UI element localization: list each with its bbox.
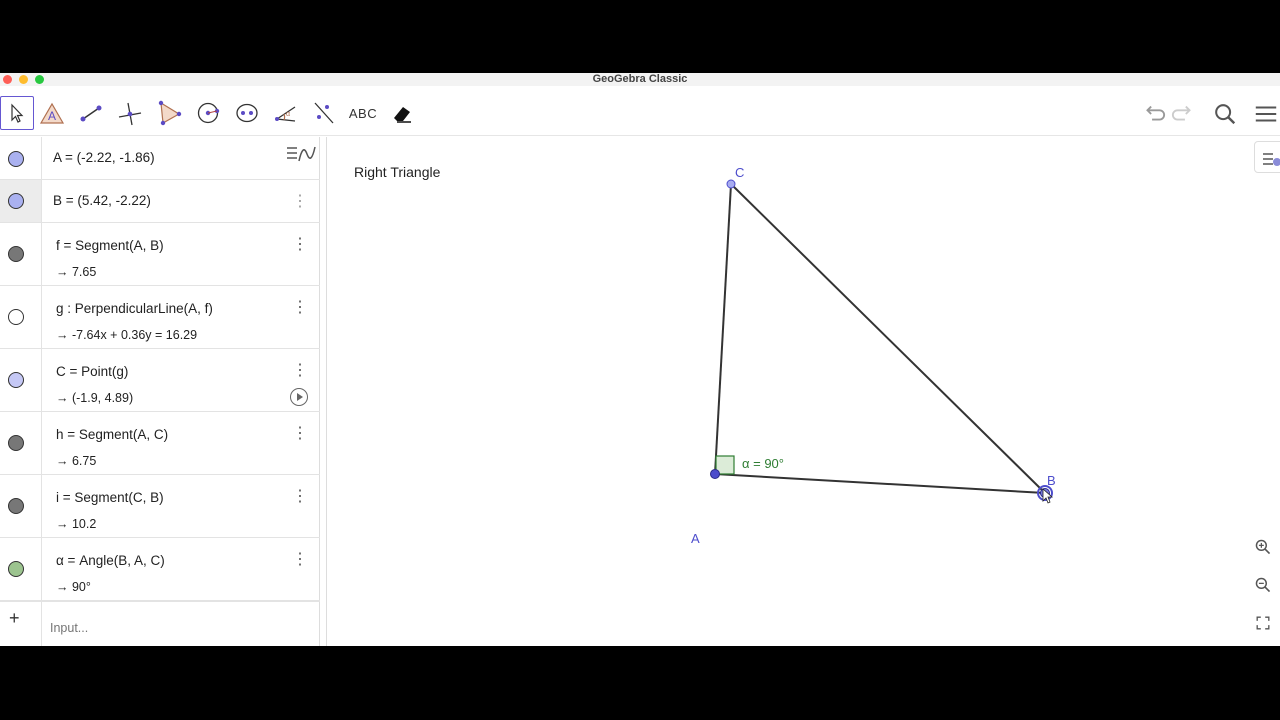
visibility-toggle-g[interactable] <box>8 309 24 325</box>
undo-button[interactable] <box>1139 100 1167 128</box>
definition-C[interactable]: C = Point(g) <box>56 364 128 379</box>
more-options-icon[interactable]: ⋮ <box>292 363 308 379</box>
angle-tool-button[interactable]: α <box>268 96 302 130</box>
fullscreen-button[interactable] <box>1252 612 1274 634</box>
more-options-icon[interactable]: ⋮ <box>292 237 308 253</box>
visibility-toggle-A[interactable] <box>8 151 24 167</box>
segment-tool-button[interactable] <box>74 96 108 130</box>
segment-f[interactable] <box>714 473 1046 494</box>
algebra-view: A = (-2.22, -1.86) B = (5.42, -2.22) ⋮ f… <box>0 137 320 646</box>
algebra-row-B[interactable]: B = (5.42, -2.22) ⋮ <box>0 180 320 223</box>
play-animation-button[interactable] <box>290 388 308 406</box>
algebra-row-h[interactable]: h = Segment(A, C) → 6.75 ⋮ <box>0 412 320 475</box>
circle-tool-icon <box>197 102 220 124</box>
toolbar: A α ABC <box>0 86 1280 136</box>
main-menu-button[interactable] <box>1252 100 1280 128</box>
visibility-toggle-f[interactable] <box>8 246 24 262</box>
value-C: → (-1.9, 4.89) <box>56 391 134 405</box>
polygon-tool-button[interactable] <box>152 96 186 130</box>
zoom-in-icon <box>1255 539 1271 555</box>
circle-tool-button[interactable] <box>191 96 225 130</box>
label-point-A[interactable]: A <box>691 531 700 546</box>
more-options-icon[interactable]: ⋮ <box>292 552 308 568</box>
more-options-icon[interactable]: ⋮ <box>292 194 308 210</box>
point-A[interactable] <box>710 469 720 479</box>
graphics-style-bar-button[interactable] <box>1254 141 1280 173</box>
algebra-row-f[interactable]: f = Segment(A, B) → 7.65 ⋮ <box>0 223 320 286</box>
point-tool-button[interactable]: A <box>35 96 69 130</box>
move-tool-icon <box>11 103 24 123</box>
more-options-icon[interactable]: ⋮ <box>292 489 308 505</box>
polygon-tool-icon <box>158 100 182 126</box>
graphics-view[interactable]: Right Triangle A C B α = 90° <box>326 137 1280 646</box>
definition-A[interactable]: A = (-2.22, -1.86) <box>53 150 155 165</box>
fullscreen-icon <box>1256 616 1270 630</box>
reflect-tool-icon <box>314 102 334 124</box>
text-tool-button[interactable]: ABC <box>346 96 380 130</box>
zoom-out-icon <box>1255 577 1271 593</box>
geogebra-window: GeoGebra Classic A α ABC A = (-2.22, -1.… <box>0 73 1280 646</box>
algebra-row-alpha[interactable]: α = Angle(B, A, C) → 90° ⋮ <box>0 538 320 601</box>
value-f: → 7.65 <box>56 265 97 279</box>
visibility-toggle-h[interactable] <box>8 435 24 451</box>
label-point-B[interactable]: B <box>1047 473 1056 488</box>
zoom-in-button[interactable] <box>1252 536 1274 558</box>
undo-icon <box>1146 105 1166 121</box>
menu-icon <box>1255 106 1277 122</box>
construction-canvas[interactable] <box>327 137 1280 646</box>
eraser-tool-icon <box>394 107 411 123</box>
segment-h[interactable] <box>714 183 732 475</box>
definition-f[interactable]: f = Segment(A, B) <box>56 238 164 253</box>
style-bar-icon <box>1263 153 1280 166</box>
value-alpha: → 90° <box>56 580 91 594</box>
svg-text:A: A <box>48 109 56 123</box>
segment-tool-icon <box>80 105 102 122</box>
svg-text:α: α <box>286 111 290 118</box>
ellipse-tool-button[interactable] <box>230 96 264 130</box>
reflect-tool-button[interactable] <box>307 96 341 130</box>
point-C[interactable] <box>726 179 736 189</box>
definition-g[interactable]: g : PerpendicularLine(A, f) <box>56 301 213 316</box>
definition-B[interactable]: B = (5.42, -2.22) <box>53 193 151 208</box>
redo-icon <box>1171 105 1191 121</box>
window-title: GeoGebra Classic <box>592 73 688 85</box>
angle-tool-icon: α <box>275 106 296 122</box>
visibility-toggle-alpha[interactable] <box>8 561 24 577</box>
segment-i[interactable] <box>730 183 1046 494</box>
move-tool-button[interactable] <box>0 96 34 130</box>
point-on-polygon-icon: A <box>39 102 65 124</box>
definition-alpha[interactable]: α = Angle(B, A, C) <box>56 553 165 568</box>
value-g: → -7.64x + 0.36y = 16.29 <box>56 328 198 342</box>
value-i: → 10.2 <box>56 517 97 531</box>
visibility-toggle-i[interactable] <box>8 498 24 514</box>
zoom-out-button[interactable] <box>1252 574 1274 596</box>
label-point-C[interactable]: C <box>735 165 744 180</box>
perpendicular-line-tool-icon <box>118 102 142 126</box>
algebra-row-g[interactable]: g : PerpendicularLine(A, f) → -7.64x + 0… <box>0 286 320 349</box>
search-icon <box>1215 104 1236 125</box>
more-options-icon[interactable]: ⋮ <box>292 300 308 316</box>
text-tool-label: ABC <box>348 105 378 121</box>
more-options-icon[interactable]: ⋮ <box>292 426 308 442</box>
algebra-row-C[interactable]: C = Point(g) → (-1.9, 4.89) ⋮ <box>0 349 320 412</box>
value-h: → 6.75 <box>56 454 97 468</box>
perpendicular-tool-button[interactable] <box>113 96 147 130</box>
eraser-tool-button[interactable] <box>385 96 419 130</box>
search-button[interactable] <box>1211 100 1239 128</box>
label-angle-alpha[interactable]: α = 90° <box>742 456 784 471</box>
ellipse-tool-icon <box>236 103 258 123</box>
title-bar: GeoGebra Classic <box>0 73 1280 86</box>
visibility-toggle-B[interactable] <box>8 193 24 209</box>
marble-column <box>0 601 42 646</box>
redo-button[interactable] <box>1170 100 1198 128</box>
definition-i[interactable]: i = Segment(C, B) <box>56 490 164 505</box>
visibility-toggle-C[interactable] <box>8 372 24 388</box>
algebra-input-field[interactable] <box>50 621 290 635</box>
definition-h[interactable]: h = Segment(A, C) <box>56 427 168 442</box>
algebra-row-i[interactable]: i = Segment(C, B) → 10.2 ⋮ <box>0 475 320 538</box>
algebra-row-A[interactable]: A = (-2.22, -1.86) <box>0 137 320 180</box>
